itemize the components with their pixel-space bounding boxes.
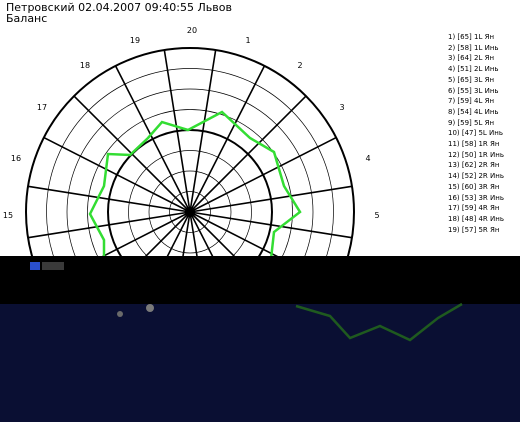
taskbar-icon <box>30 262 40 270</box>
artifact-dots-2 <box>117 311 123 317</box>
taskbar-icon-2 <box>42 262 64 270</box>
bottom-panel <box>0 256 520 422</box>
artifact-dots <box>146 304 154 312</box>
dark-panel-left <box>0 320 300 422</box>
